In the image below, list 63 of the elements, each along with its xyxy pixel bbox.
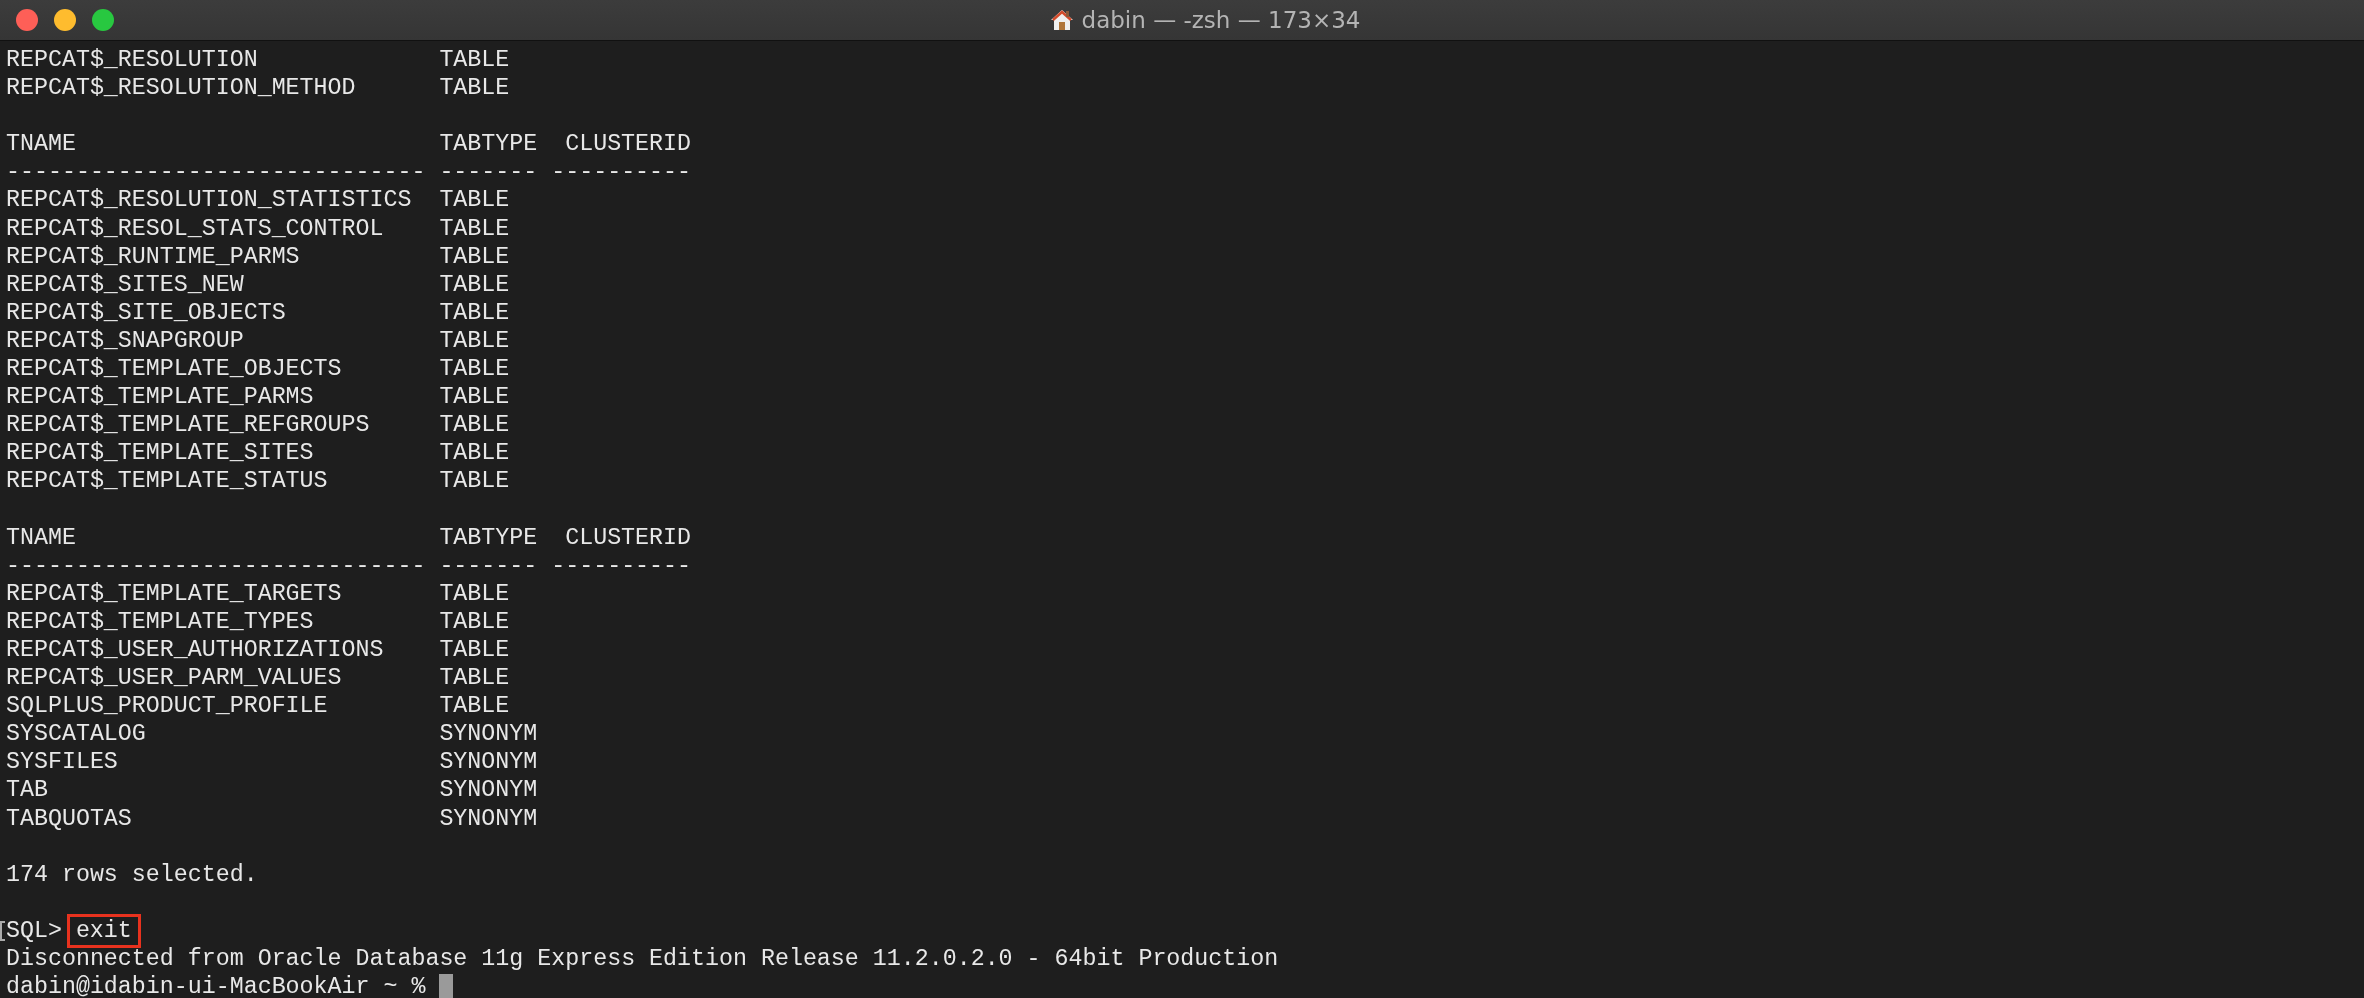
minimize-button[interactable] [54,9,76,31]
sql-prompt: SQL> [6,916,62,945]
table-cell-text: TABLE [439,467,511,496]
table-cell-text: TABLE [439,326,511,356]
table-cell-text: REPCAT$_RESOLUTION_STATISTICS [6,186,413,215]
column-rule: ------------------------------ ------- ---------- [6,158,692,187]
table-cell-text: REPCAT$_RUNTIME_PARMS [6,242,301,271]
table-cell-text: SYNONYM [439,720,539,749]
table-cell-text: TABQUOTAS [6,804,133,833]
output-line: 174 rows selected. [6,860,258,889]
table-cell-text: TABLE [439,439,511,468]
table-cell-text: SYNONYM [439,804,539,833]
zoom-button[interactable] [92,9,114,31]
window-title: dabin — -zsh — 173×34 [1081,7,1361,33]
table-cell-text: SYNONYM [439,776,539,805]
column-header: TABTYPE [439,523,539,552]
table-cell-text: TABLE [439,411,511,440]
table-cell-text: REPCAT$_TEMPLATE_TYPES [6,607,315,636]
table-cell-text: SYSFILES [6,748,119,777]
table-cell-text: REPCAT$_TEMPLATE_PARMS [6,383,315,412]
table-cell-text: SYSCATALOG [6,720,147,749]
table-cell-text: TABLE [439,635,511,665]
table-cell-text: TABLE [439,46,511,75]
table-cell-text: TABLE [439,298,511,327]
table-cell-text: TABLE [439,74,511,103]
table-cell-text: REPCAT$_TEMPLATE_REFGROUPS [6,411,371,440]
column-header: TABTYPE [439,130,539,159]
table-cell-text: REPCAT$_SITES_NEW [6,270,245,299]
column-rule: ------------------------------ ------- ---------- [6,551,692,580]
table-cell-text: REPCAT$_RESOL_STATS_CONTROL [6,214,385,243]
table-cell-text: TAB [6,776,49,805]
table-cell-text: REPCAT$_TEMPLATE_SITES [6,439,315,468]
table-cell-text: REPCAT$_RESOLUTION [6,46,259,75]
table-cell-text: TABLE [439,355,511,384]
table-cell-text: REPCAT$_RESOLUTION_METHOD [6,74,357,103]
table-cell-text: TABLE [439,692,511,721]
column-header: CLUSTERID [565,130,693,159]
close-button[interactable] [16,9,38,31]
table-cell-text: TABLE [439,270,511,299]
column-header: TNAME [6,523,77,552]
table-cell-text: REPCAT$_USER_AUTHORIZATIONS [6,635,385,665]
table-cell-text: REPCAT$_SNAPGROUP [6,326,245,356]
output-line: Disconnected from Oracle Database 11g Express Edition Release 11.2.0.2.0 - 64bit Production [6,945,1279,974]
table-cell-text: TABLE [439,383,511,412]
table-cell-text: REPCAT$_TEMPLATE_OBJECTS [6,355,343,384]
column-header: TNAME [6,130,77,159]
table-cell-text: TABLE [439,214,511,243]
home-icon [1049,8,1074,32]
table-cell-text: TABLE [439,579,511,608]
table-cell-text: REPCAT$_TEMPLATE_STATUS [6,467,329,496]
mark-icon [0,920,5,941]
table-cell-text: SQLPLUS_PRODUCT_PROFILE [6,692,329,721]
table-cell-text: REPCAT$_TEMPLATE_TARGETS [6,579,343,608]
table-cell-text: TABLE [439,664,511,693]
table-cell-text: TABLE [439,607,511,636]
table-cell-text: TABLE [439,242,511,271]
column-header: CLUSTERID [565,523,693,552]
table-cell-text: REPCAT$_SITE_OBJECTS [6,298,287,327]
table-cell-text: SYNONYM [439,748,539,777]
table-cell-text: REPCAT$_USER_PARM_VALUES [6,664,343,693]
command-text: exit [69,916,138,945]
table-cell-text: TABLE [439,186,511,215]
shell-prompt: dabin@idabin-ui-MacBookAir ~ % [6,973,426,998]
